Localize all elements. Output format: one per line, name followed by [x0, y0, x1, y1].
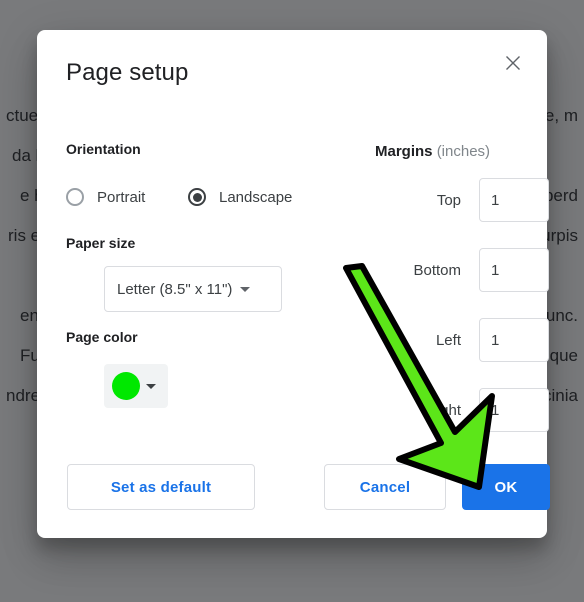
- margin-input-bottom[interactable]: [479, 248, 549, 292]
- margin-input-left[interactable]: [479, 318, 549, 362]
- margin-input-right[interactable]: [479, 388, 549, 432]
- margin-label-bottom: Bottom: [413, 261, 461, 279]
- paper-size-label: Paper size: [66, 235, 136, 251]
- paper-size-value: Letter (8.5" x 11"): [117, 280, 233, 298]
- margin-label-right: Right: [425, 401, 461, 419]
- chevron-down-icon: [146, 383, 156, 389]
- orientation-option-landscape[interactable]: Landscape: [188, 182, 292, 212]
- margin-input-top[interactable]: [479, 178, 549, 222]
- margin-row: Right: [375, 388, 549, 432]
- ok-button[interactable]: OK: [462, 464, 550, 510]
- margin-row: Top: [375, 178, 549, 222]
- page-color-label: Page color: [66, 329, 138, 345]
- radio-unchecked-icon: [66, 188, 84, 206]
- color-swatch: [112, 372, 140, 400]
- paper-size-select[interactable]: Letter (8.5" x 11"): [104, 266, 282, 312]
- radio-checked-icon: [188, 188, 206, 206]
- close-icon: [504, 54, 522, 75]
- orientation-label: Orientation: [66, 141, 141, 157]
- orientation-radio-group: Portrait Landscape: [66, 182, 292, 212]
- page-setup-dialog: Page setup Orientation Portrait Landscap…: [37, 30, 550, 538]
- orientation-option-label: Landscape: [219, 188, 293, 206]
- orientation-option-portrait[interactable]: Portrait: [66, 182, 188, 212]
- close-button[interactable]: [493, 44, 533, 84]
- orientation-option-label: Portrait: [97, 188, 146, 206]
- margins-heading: Margins (inches): [375, 143, 490, 160]
- margin-row: Bottom: [375, 248, 549, 292]
- margins-heading-unit: (inches): [436, 143, 491, 160]
- cancel-button[interactable]: Cancel: [324, 464, 446, 510]
- margin-label-top: Top: [436, 191, 461, 209]
- page-color-button[interactable]: [104, 364, 168, 408]
- chevron-down-icon: [240, 286, 251, 292]
- page-title: Page setup: [66, 59, 189, 86]
- margin-label-left: Left: [435, 331, 461, 349]
- margin-row: Left: [375, 318, 549, 362]
- set-as-default-button[interactable]: Set as default: [67, 464, 255, 510]
- margins-heading-strong: Margins: [375, 143, 433, 160]
